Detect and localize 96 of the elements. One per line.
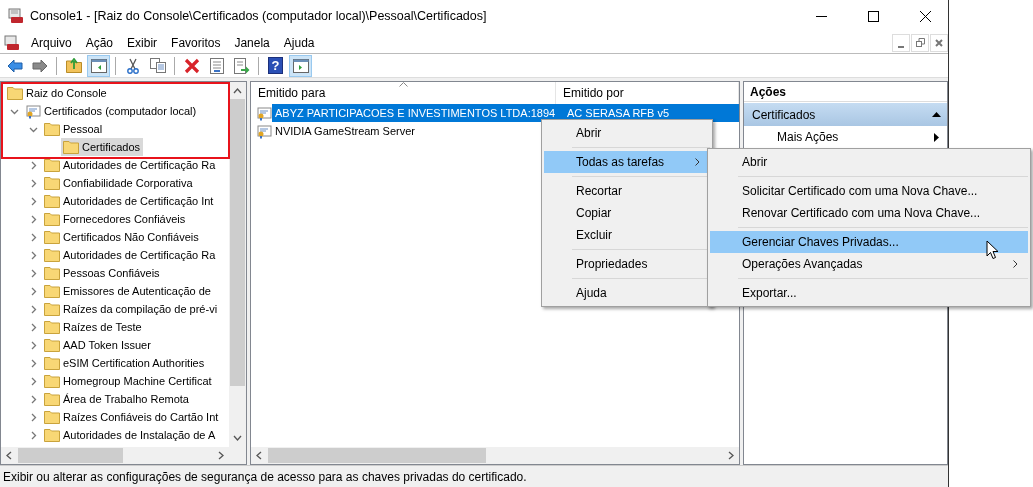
tree-item[interactable]: Raízes da compilação de pré-vi bbox=[42, 300, 221, 318]
folder-icon bbox=[44, 266, 60, 280]
pane-toggle-icon bbox=[292, 58, 309, 73]
menu-item[interactable]: Propriedades bbox=[544, 253, 710, 275]
tree-item[interactable]: Pessoas Confiáveis bbox=[42, 264, 163, 282]
tree-item[interactable]: Autoridades de Certificação Ra bbox=[42, 246, 219, 264]
table-cell[interactable]: ABYZ PARTICIPACOES E INVESTIMENTOS LTDA:1894 bbox=[272, 104, 564, 122]
window-title: Console1 - [Raiz do Console\Certificados (computador local)\Pessoal\Certificados] bbox=[30, 9, 488, 23]
folder-icon bbox=[44, 176, 60, 190]
tree-item[interactable]: Raízes Confiáveis do Cartão Int bbox=[42, 408, 222, 426]
menu-item[interactable]: Operações Avançadas bbox=[710, 253, 1028, 275]
menu-item[interactable]: Solicitar Certificado com uma Nova Chave... bbox=[710, 180, 1028, 202]
tree-item[interactable]: Área de Trabalho Remota bbox=[42, 390, 192, 408]
minimize-button[interactable] bbox=[892, 33, 910, 52]
console-app-icon bbox=[8, 8, 24, 24]
actions-title: Ações bbox=[744, 82, 947, 102]
folder-icon bbox=[44, 338, 60, 352]
certificate-icon bbox=[256, 105, 272, 121]
copy-icon bbox=[149, 58, 166, 73]
tree-item[interactable]: Certificados Não Confiáveis bbox=[42, 228, 202, 246]
menu-bar-item[interactable]: Arquivo bbox=[24, 35, 79, 50]
triangle-right-icon bbox=[934, 132, 939, 142]
delete-icon bbox=[183, 57, 200, 74]
tree-item[interactable]: Homegroup Machine Certificat bbox=[42, 372, 215, 390]
menu-bar-item[interactable]: Favoritos bbox=[164, 35, 228, 50]
table-cell[interactable]: AC SERASA RFB v5 bbox=[564, 104, 739, 122]
folder-icon bbox=[44, 284, 60, 298]
maximize-icon bbox=[867, 10, 879, 22]
folder-icon bbox=[44, 302, 60, 316]
menu-bar-item[interactable]: Ajuda bbox=[276, 35, 322, 50]
close-icon bbox=[935, 38, 943, 47]
folder-up-icon bbox=[65, 58, 82, 73]
tree-item[interactable]: Pessoal bbox=[42, 120, 106, 138]
actions-section[interactable]: Certificados bbox=[744, 103, 947, 126]
menu-item[interactable]: Gerenciar Chaves Privadas... bbox=[710, 231, 1028, 253]
tree-item[interactable]: Certificados (computador local) bbox=[23, 102, 200, 120]
restore-icon bbox=[915, 38, 925, 47]
menu-item[interactable]: Exportar... bbox=[710, 282, 1028, 304]
folder-icon bbox=[44, 410, 60, 424]
folder-icon bbox=[44, 320, 60, 334]
tree-item[interactable]: Fornecedores Confiáveis bbox=[42, 210, 189, 228]
folder-icon bbox=[44, 230, 60, 244]
back-arrow-icon bbox=[6, 58, 23, 73]
folder-icon bbox=[44, 392, 60, 406]
export-icon bbox=[233, 57, 250, 74]
tree-item[interactable]: Autoridades de Instalação de A bbox=[42, 426, 219, 444]
scissors-icon bbox=[125, 57, 140, 74]
tree-item[interactable]: Raízes de Teste bbox=[42, 318, 145, 336]
menu-item[interactable]: Abrir bbox=[544, 122, 710, 144]
menu-bar-item[interactable]: Ação bbox=[78, 35, 121, 50]
action-item[interactable]: Mais Ações bbox=[744, 126, 947, 148]
menu-item[interactable]: Recortar bbox=[544, 180, 710, 202]
folder-icon bbox=[44, 122, 60, 136]
folder-icon bbox=[44, 212, 60, 226]
minimize-icon bbox=[898, 45, 904, 48]
menu-item[interactable]: Excluir bbox=[544, 224, 710, 246]
folder-icon bbox=[44, 248, 60, 262]
horizontal-scrollbar[interactable] bbox=[1, 447, 246, 464]
triangle-up-icon bbox=[932, 112, 941, 117]
folder-icon bbox=[44, 194, 60, 208]
close-button[interactable] bbox=[930, 33, 948, 52]
status-bar: Exibir ou alterar as configurações de segurança de acesso para as chaves privadas do certificado. bbox=[0, 465, 948, 487]
toolbar-button[interactable] bbox=[87, 54, 110, 77]
forward-arrow-icon bbox=[31, 58, 48, 73]
tree-item[interactable]: AAD Token Issuer bbox=[42, 336, 154, 354]
folder-icon bbox=[44, 356, 60, 370]
tree-item[interactable]: Certificados bbox=[61, 138, 144, 156]
mouse-cursor-icon bbox=[986, 240, 999, 260]
restore-button[interactable] bbox=[911, 33, 929, 52]
menu-bar-item[interactable]: Janela bbox=[227, 35, 277, 50]
certificate-icon bbox=[25, 103, 41, 119]
menu-item[interactable]: Todas as tarefas bbox=[544, 151, 710, 173]
folder-icon bbox=[44, 158, 60, 172]
console-app-icon bbox=[4, 34, 20, 51]
folder-icon bbox=[63, 140, 79, 154]
horizontal-scrollbar[interactable] bbox=[251, 447, 739, 464]
menu-item[interactable]: Ajuda bbox=[544, 282, 710, 304]
vertical-scrollbar[interactable] bbox=[229, 82, 246, 447]
tree-item[interactable]: eSIM Certification Authorities bbox=[42, 354, 208, 372]
pane-toggle-icon bbox=[90, 58, 107, 73]
folder-icon bbox=[7, 86, 23, 100]
tree-item[interactable]: Autoridades de Certificação Int bbox=[42, 192, 217, 210]
folder-icon bbox=[44, 428, 60, 442]
menu-bar-item[interactable]: Exibir bbox=[120, 35, 165, 50]
menu-item[interactable]: Renovar Certificado com uma Nova Chave... bbox=[710, 202, 1028, 224]
menu-item[interactable]: Abrir bbox=[710, 151, 1028, 173]
close-icon bbox=[919, 10, 931, 22]
folder-icon bbox=[44, 374, 60, 388]
certificate-icon bbox=[256, 123, 272, 139]
toolbar-button[interactable] bbox=[289, 54, 312, 77]
tree-item[interactable]: Raiz do Console bbox=[5, 84, 110, 102]
properties-icon bbox=[209, 57, 224, 74]
tree-item[interactable]: Emissores de Autenticação de bbox=[42, 282, 214, 300]
tree-item[interactable]: Autoridades de Certificação Ra bbox=[42, 156, 219, 174]
tree-item[interactable]: Confiabilidade Corporativa bbox=[42, 174, 196, 192]
menu-item[interactable]: Copiar bbox=[544, 202, 710, 224]
